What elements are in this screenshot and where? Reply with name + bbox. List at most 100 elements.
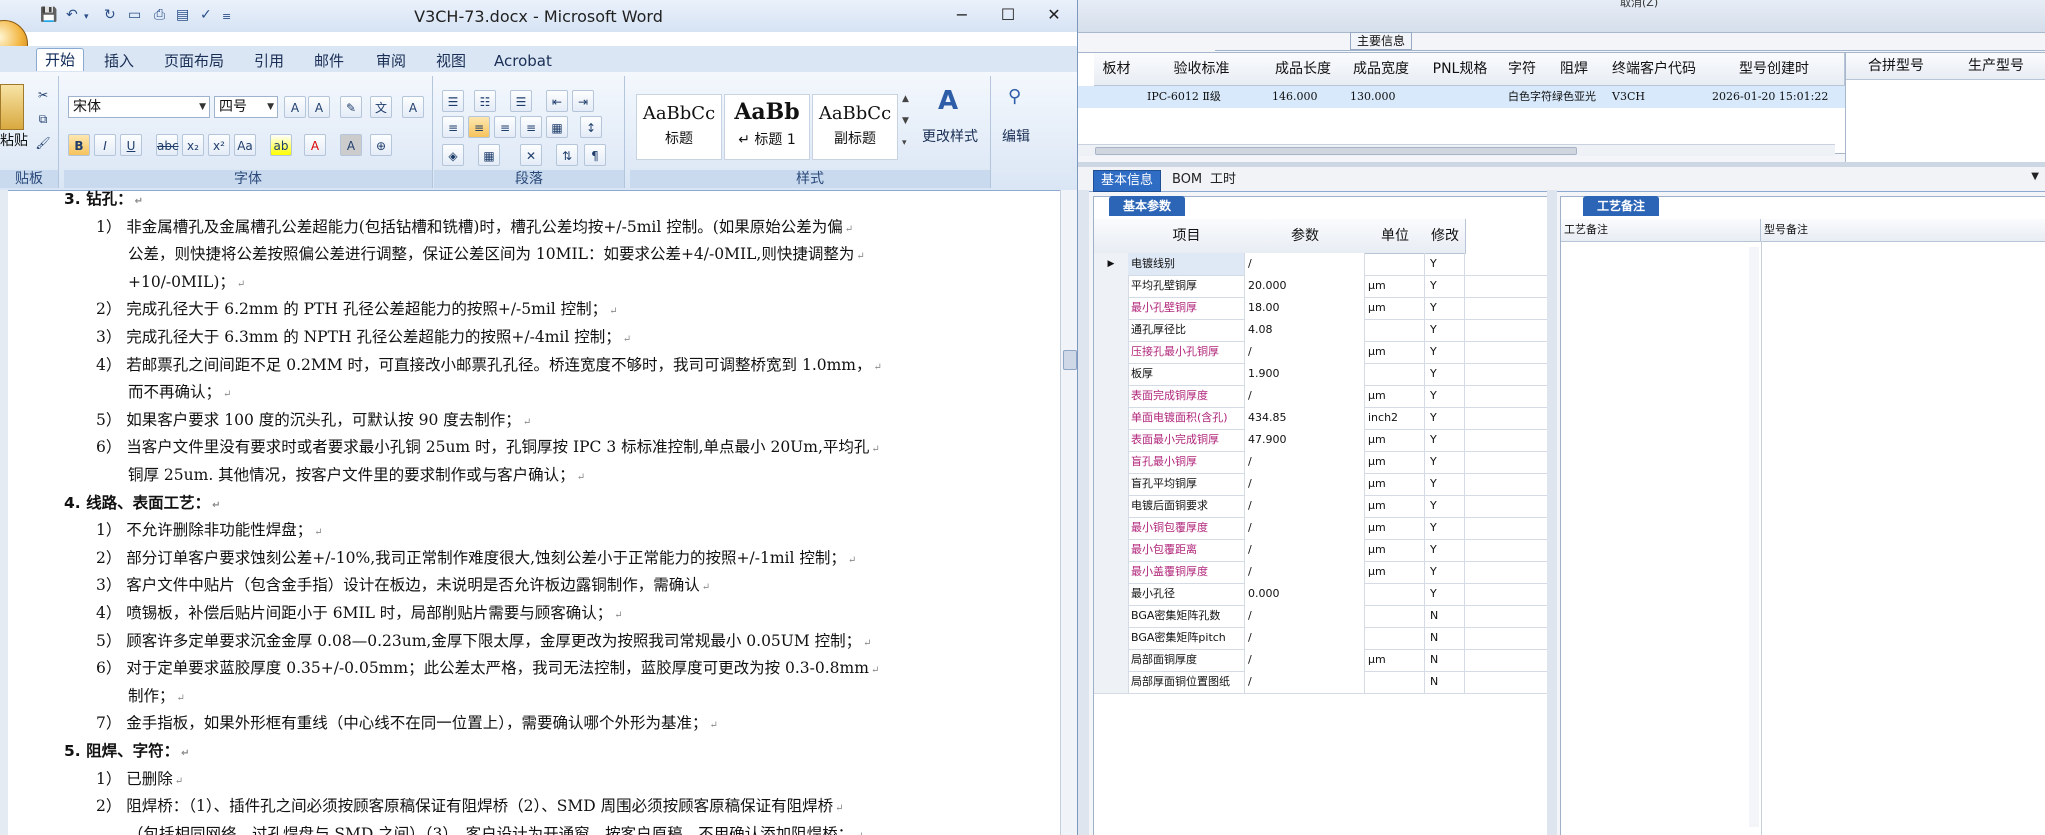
- section-heading[interactable]: 3. 钻孔： ↵: [64, 190, 143, 215]
- format-painter-icon[interactable]: 🖌: [32, 132, 54, 154]
- unit-cell[interactable]: μm: [1365, 385, 1425, 407]
- italic-icon[interactable]: I: [94, 134, 116, 156]
- tab-review[interactable]: 审阅: [376, 50, 406, 72]
- unit-cell[interactable]: [1365, 627, 1425, 649]
- item-cell[interactable]: 最小盖覆铜厚度: [1128, 561, 1245, 583]
- basic-params-row[interactable]: 平均孔壁铜厚 20.000 μm Y: [1094, 275, 1554, 298]
- item-cell[interactable]: 电镀线别: [1128, 253, 1245, 275]
- subscript-icon[interactable]: x₂: [182, 134, 204, 156]
- modify-cell[interactable]: Y: [1425, 363, 1465, 385]
- item-cell[interactable]: 表面最小完成铜厚: [1128, 429, 1245, 451]
- font-size-combo[interactable]: 四号 ▼: [214, 96, 278, 118]
- list-item[interactable]: 4） 若邮票孔之间间距不足 0.2MM 时，可直接改小邮票孔孔径。桥连宽度不够时…: [96, 352, 882, 381]
- chinese-layout-icon[interactable]: ✕: [520, 144, 542, 166]
- basic-params-row[interactable]: 电镀后面铜要求 / μm Y: [1094, 495, 1554, 518]
- param-cell[interactable]: 434.85: [1245, 407, 1365, 429]
- styles-scroll-up-icon[interactable]: ▲: [902, 94, 909, 104]
- multilevel-list-icon[interactable]: ☰: [510, 90, 532, 112]
- unit-cell[interactable]: μm: [1365, 517, 1425, 539]
- basic-params-header[interactable]: 参数: [1245, 219, 1366, 254]
- basic-params-row[interactable]: 单面电镀面积(含孔) 434.85 inch2 Y: [1094, 407, 1554, 430]
- item-cell[interactable]: 电镀后面铜要求: [1128, 495, 1245, 517]
- modify-cell[interactable]: N: [1425, 649, 1465, 671]
- basic-params-row[interactable]: 板厚 1.900 Y: [1094, 363, 1554, 386]
- grow-font-icon[interactable]: A: [284, 96, 306, 118]
- unit-cell[interactable]: [1365, 671, 1425, 693]
- list-item[interactable]: 制作； ↵: [128, 683, 185, 712]
- list-item[interactable]: 2） 阻焊桥：（1）、插件孔之间必须按顾客原稿保证有阻焊桥（2）、SMD 周围必…: [96, 793, 844, 822]
- model-grid-header[interactable]: 阻焊: [1544, 53, 1605, 86]
- item-cell[interactable]: 表面完成铜厚度: [1128, 385, 1245, 407]
- unit-cell[interactable]: μm: [1365, 275, 1425, 297]
- list-item[interactable]: 铜厚 25um. 其他情况，按客户文件里的要求制作或与客户确认； ↵: [128, 462, 585, 491]
- change-styles-icon[interactable]: A: [938, 86, 958, 116]
- find-icon[interactable]: ⚲: [1008, 86, 1021, 107]
- tab-page-layout[interactable]: 页面布局: [164, 50, 224, 72]
- item-cell[interactable]: 最小孔壁铜厚: [1128, 297, 1245, 319]
- tab-craft-notes[interactable]: 工艺备注: [1583, 196, 1660, 216]
- param-cell[interactable]: /: [1245, 253, 1365, 275]
- item-cell[interactable]: BGA密集矩阵孔数: [1128, 605, 1245, 627]
- basic-params-row[interactable]: 最小孔径 0.000 Y: [1094, 583, 1554, 606]
- param-cell[interactable]: /: [1245, 341, 1365, 363]
- list-item[interactable]: 3） 完成孔径大于 6.3mm 的 NPTH 孔径公差超能力的按照+/-4mil…: [96, 324, 631, 353]
- minimize-button[interactable]: −: [942, 4, 982, 26]
- item-cell[interactable]: 局部厚面铜位置图纸: [1128, 671, 1245, 693]
- basic-params-row[interactable]: 最小盖覆铜厚度 / μm Y: [1094, 561, 1554, 584]
- style-title[interactable]: AaBbCc 标题: [636, 94, 722, 160]
- modify-cell[interactable]: Y: [1425, 539, 1465, 561]
- modify-cell[interactable]: Y: [1425, 517, 1465, 539]
- item-cell[interactable]: 最小包覆距离: [1128, 539, 1245, 561]
- modify-cell[interactable]: Y: [1425, 275, 1465, 297]
- model-grid-header[interactable]: 成品长度: [1264, 53, 1343, 86]
- tab-work-hours[interactable]: 工时: [1203, 170, 1243, 190]
- tab-basic-info[interactable]: 基本信息: [1093, 170, 1162, 192]
- modify-cell[interactable]: N: [1425, 627, 1465, 649]
- unit-cell[interactable]: μm: [1365, 495, 1425, 517]
- tab-dropdown-icon[interactable]: ▼: [2031, 171, 2039, 182]
- align-center-icon[interactable]: ≡: [468, 116, 490, 138]
- model-grid-header[interactable]: 成品宽度: [1342, 53, 1421, 86]
- model-grid-header[interactable]: 字符: [1500, 53, 1545, 86]
- styles-scroll-down-icon[interactable]: ▼: [902, 116, 909, 126]
- basic-params-row[interactable]: 表面完成铜厚度 / μm Y: [1094, 385, 1554, 408]
- list-item[interactable]: 公差，则快捷将公差按照偏公差进行调整，保证公差区间为 10MIL：如要求公差+4…: [128, 241, 865, 270]
- param-cell[interactable]: /: [1245, 495, 1365, 517]
- styles-more-icon[interactable]: ▾: [902, 138, 907, 148]
- close-button[interactable]: ✕: [1034, 4, 1074, 26]
- item-cell[interactable]: 盲孔最小铜厚: [1128, 451, 1245, 473]
- craft-notes-scrollbar[interactable]: [1749, 247, 1759, 827]
- combined-grid-header[interactable]: 生产型号: [1946, 53, 2045, 80]
- phonetic-guide-icon[interactable]: 文: [370, 96, 392, 118]
- unit-cell[interactable]: μm: [1365, 429, 1425, 451]
- basic-params-header[interactable]: 项目: [1128, 219, 1246, 254]
- modify-cell[interactable]: Y: [1425, 561, 1465, 583]
- param-cell[interactable]: /: [1245, 627, 1365, 649]
- line-spacing-icon[interactable]: ↕: [580, 116, 602, 138]
- modify-cell[interactable]: N: [1425, 671, 1465, 693]
- list-item[interactable]: 1） 不允许删除非功能性焊盘； ↵: [96, 517, 323, 546]
- basic-params-row[interactable]: BGA密集矩阵孔数 / N: [1094, 605, 1554, 628]
- item-cell[interactable]: 局部面铜厚度: [1128, 649, 1245, 671]
- model-grid-header[interactable]: 验收标准: [1139, 53, 1265, 86]
- unit-cell[interactable]: μm: [1365, 473, 1425, 495]
- list-item[interactable]: 而不再确认； ↵: [128, 379, 231, 408]
- model-grid-hscrollbar[interactable]: [1075, 144, 1835, 156]
- basic-params-row[interactable]: 局部面铜厚度 / μm N: [1094, 649, 1554, 672]
- list-item[interactable]: 7） 金手指板，如果外形框有重线（中心线不在同一位置上），需要确认哪个外形为基准…: [96, 710, 718, 739]
- char-border-icon[interactable]: A: [402, 96, 424, 118]
- section-heading[interactable]: 5. 阻焊、字符： ↵: [64, 738, 189, 767]
- param-cell[interactable]: /: [1245, 473, 1365, 495]
- tab-insert[interactable]: 插入: [104, 50, 134, 72]
- font-color-icon[interactable]: A: [304, 134, 326, 156]
- tab-home[interactable]: 开始: [36, 48, 85, 71]
- basic-params-row[interactable]: 表面最小完成铜厚 47.900 μm Y: [1094, 429, 1554, 452]
- unit-cell[interactable]: μm: [1365, 561, 1425, 583]
- unit-cell[interactable]: [1365, 363, 1425, 385]
- item-cell[interactable]: 平均孔壁铜厚: [1128, 275, 1245, 297]
- list-item[interactable]: 1） 已删除 ↵: [96, 766, 183, 795]
- param-cell[interactable]: /: [1245, 671, 1365, 693]
- basic-params-row[interactable]: 盲孔最小铜厚 / μm Y: [1094, 451, 1554, 474]
- bullets-icon[interactable]: ☰: [442, 90, 464, 112]
- document-body[interactable]: 3. 钻孔： ↵ 1） 非金属槽孔及金属槽孔公差超能力(包括钻槽和铣槽)时，槽孔公差…: [8, 190, 1060, 835]
